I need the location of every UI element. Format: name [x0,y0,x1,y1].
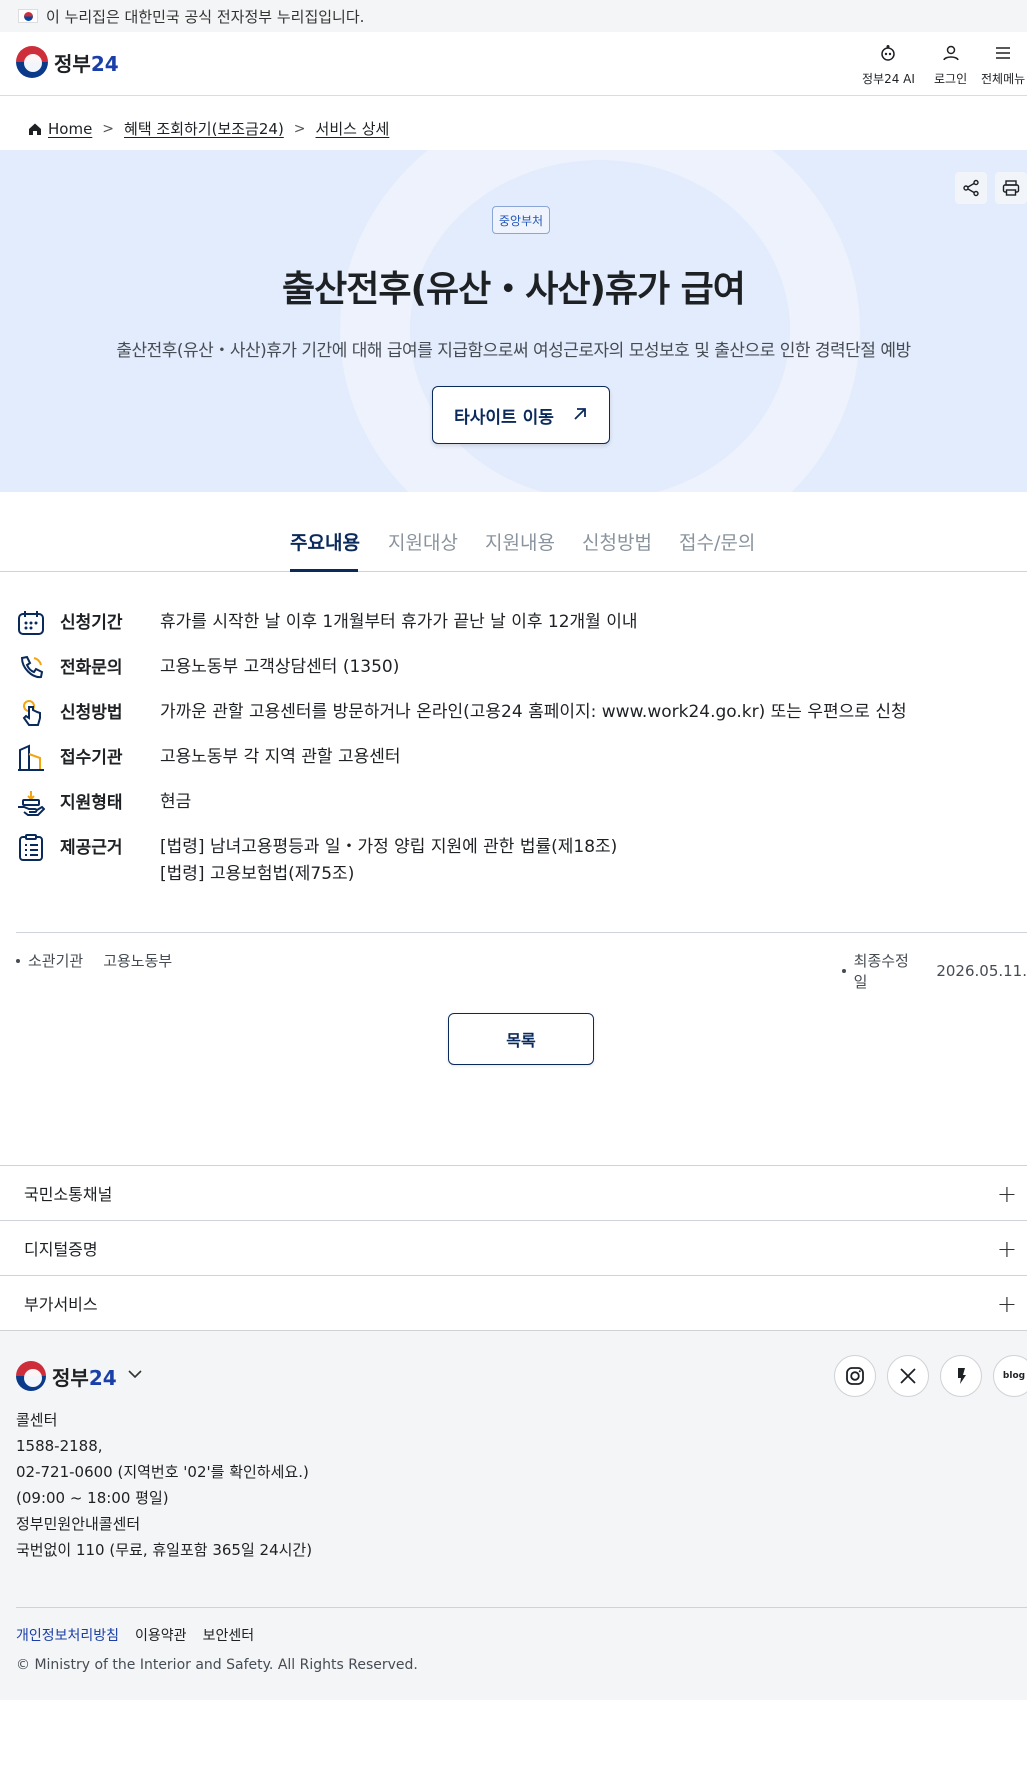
tab-eligibility[interactable]: 지원대상 [388,528,458,555]
info-row-application-period: 신청기간 휴가를 시작한 날 이후 1개월부터 휴가가 끝난 날 이후 12개월… [16,608,638,638]
plus-icon: + [996,1235,1017,1263]
plus-icon: + [996,1180,1017,1208]
terms-link[interactable]: 이용약관 [135,1625,187,1645]
social-links: blog [834,1355,1027,1397]
external-site-button[interactable]: 타사이트 이동 [432,386,610,444]
info-row-phone-inquiry: 전화문의 고용노동부 고객상담센터 (1350) [16,653,399,683]
x-twitter-icon[interactable] [887,1355,929,1397]
hero-tools [955,172,1027,204]
agency-meta: 소관기관 고용노동부 [16,950,172,971]
share-icon[interactable] [955,172,987,204]
breadcrumb: Home > 혜택 조회하기(보조금24) > 서비스 상세 [28,118,389,139]
kakao-story-icon[interactable] [940,1355,982,1397]
cash-hand-icon [16,788,46,818]
callcenter-info: 콜센터 1588-2188, 02-721-0600 (지역번호 '02'를 확… [16,1411,309,1507]
copyright: © Ministry of the Interior and Safety. A… [16,1657,418,1673]
tab-support-content[interactable]: 지원내용 [485,528,555,555]
breadcrumb-service-detail[interactable]: 서비스 상세 [316,118,390,139]
gov-logo-icon [16,46,48,78]
ai-button[interactable]: 정부24 AI [862,44,915,87]
tab-main-content[interactable]: 주요내용 [290,528,360,555]
chevron-right-icon: > [102,120,115,137]
phone-icon [16,653,46,683]
plus-icon: + [996,1290,1017,1318]
divider [16,932,1027,933]
privacy-policy-link[interactable]: 개인정보처리방침 [16,1625,119,1645]
tab-contact[interactable]: 접수/문의 [679,528,755,555]
breadcrumb-home[interactable]: Home [48,120,92,138]
accordion-additional-services[interactable]: 부가서비스 + [0,1275,1027,1330]
gov-notice-text: 이 누리집은 대한민국 공식 전자정부 누리집입니다. [46,7,365,26]
gov-callcenter-info: 정부민원안내콜센터 국번없이 110 (무료, 휴일포함 365일 24시간) [16,1515,313,1559]
tab-application-method[interactable]: 신청방법 [582,528,652,555]
hand-pointer-icon [16,698,46,728]
arrow-up-right-icon [572,403,588,427]
list-button[interactable]: 목록 [448,1013,594,1065]
accordion-digital-certificate[interactable]: 디지털증명 + [0,1220,1027,1275]
service-hero: 중앙부처 출산전후(유산・사산)휴가 급여 출산전후(유산・사산)휴가 기간에 … [0,150,1027,492]
page-title: 출산전후(유산・사산)휴가 급여 [282,269,746,310]
gov-notice-bar: 이 누리집은 대한민국 공식 전자정부 누리집입니다. [0,0,1027,32]
logo-text: 정부24 [54,51,119,76]
category-badge: 중앙부처 [492,206,550,234]
hamburger-icon [981,44,1025,67]
security-center-link[interactable]: 보안센터 [203,1625,255,1645]
clipboard-list-icon [16,833,46,863]
robot-icon [862,44,915,67]
user-icon [934,44,967,67]
calendar-icon [16,608,46,638]
footer-logo-text: 정부24 [52,1365,117,1390]
korea-flag-icon [18,9,38,23]
info-row-application-method: 신청방법 가까운 관할 고용센터를 방문하거나 온라인(고용24 홈페이지: w… [16,698,907,728]
last-modified-meta: 최종수정일 2026.05.11. [842,950,1027,992]
full-menu-button[interactable]: 전체메뉴 [981,44,1025,87]
page-description: 출산전후(유산・사산)휴가 기간에 대해 급여를 지급함으로써 여성근로자의 모… [116,341,911,361]
building-icon [16,743,46,773]
chevron-down-icon [127,1366,143,1386]
info-row-legal-basis: 제공근거 [법령] 남녀고용평등과 일・가정 양립 지원에 관한 법률(제18조… [16,833,617,888]
breadcrumb-benefits[interactable]: 혜택 조회하기(보조금24) [124,118,284,139]
info-row-receiving-agency: 접수기관 고용노동부 각 지역 관할 고용센터 [16,743,401,773]
login-button[interactable]: 로그인 [934,44,967,87]
print-icon[interactable] [995,172,1027,204]
site-footer: 정부24 blog 콜센터 1588-2188, 02-721-0600 (지역… [0,1330,1027,1700]
accordion-citizen-channels[interactable]: 국민소통채널 + [0,1165,1027,1220]
site-logo[interactable]: 정부24 [16,46,119,78]
instagram-icon[interactable] [834,1355,876,1397]
home-icon [29,123,41,135]
gov-logo-icon [16,1361,46,1391]
active-tab-indicator [290,569,358,572]
chevron-right-icon: > [293,120,306,137]
site-header: 정부24 정부24 AI 로그인 전체메뉴 [0,32,1027,96]
footer-logo[interactable]: 정부24 [16,1361,143,1391]
info-row-support-type: 지원형태 현금 [16,788,191,818]
divider [16,1607,1027,1608]
content-tabs: 주요내용 지원대상 지원내용 신청방법 접수/문의 [0,520,1027,572]
blog-icon[interactable]: blog [993,1355,1027,1397]
footer-links: 개인정보처리방침 이용약관 보안센터 [16,1625,254,1645]
